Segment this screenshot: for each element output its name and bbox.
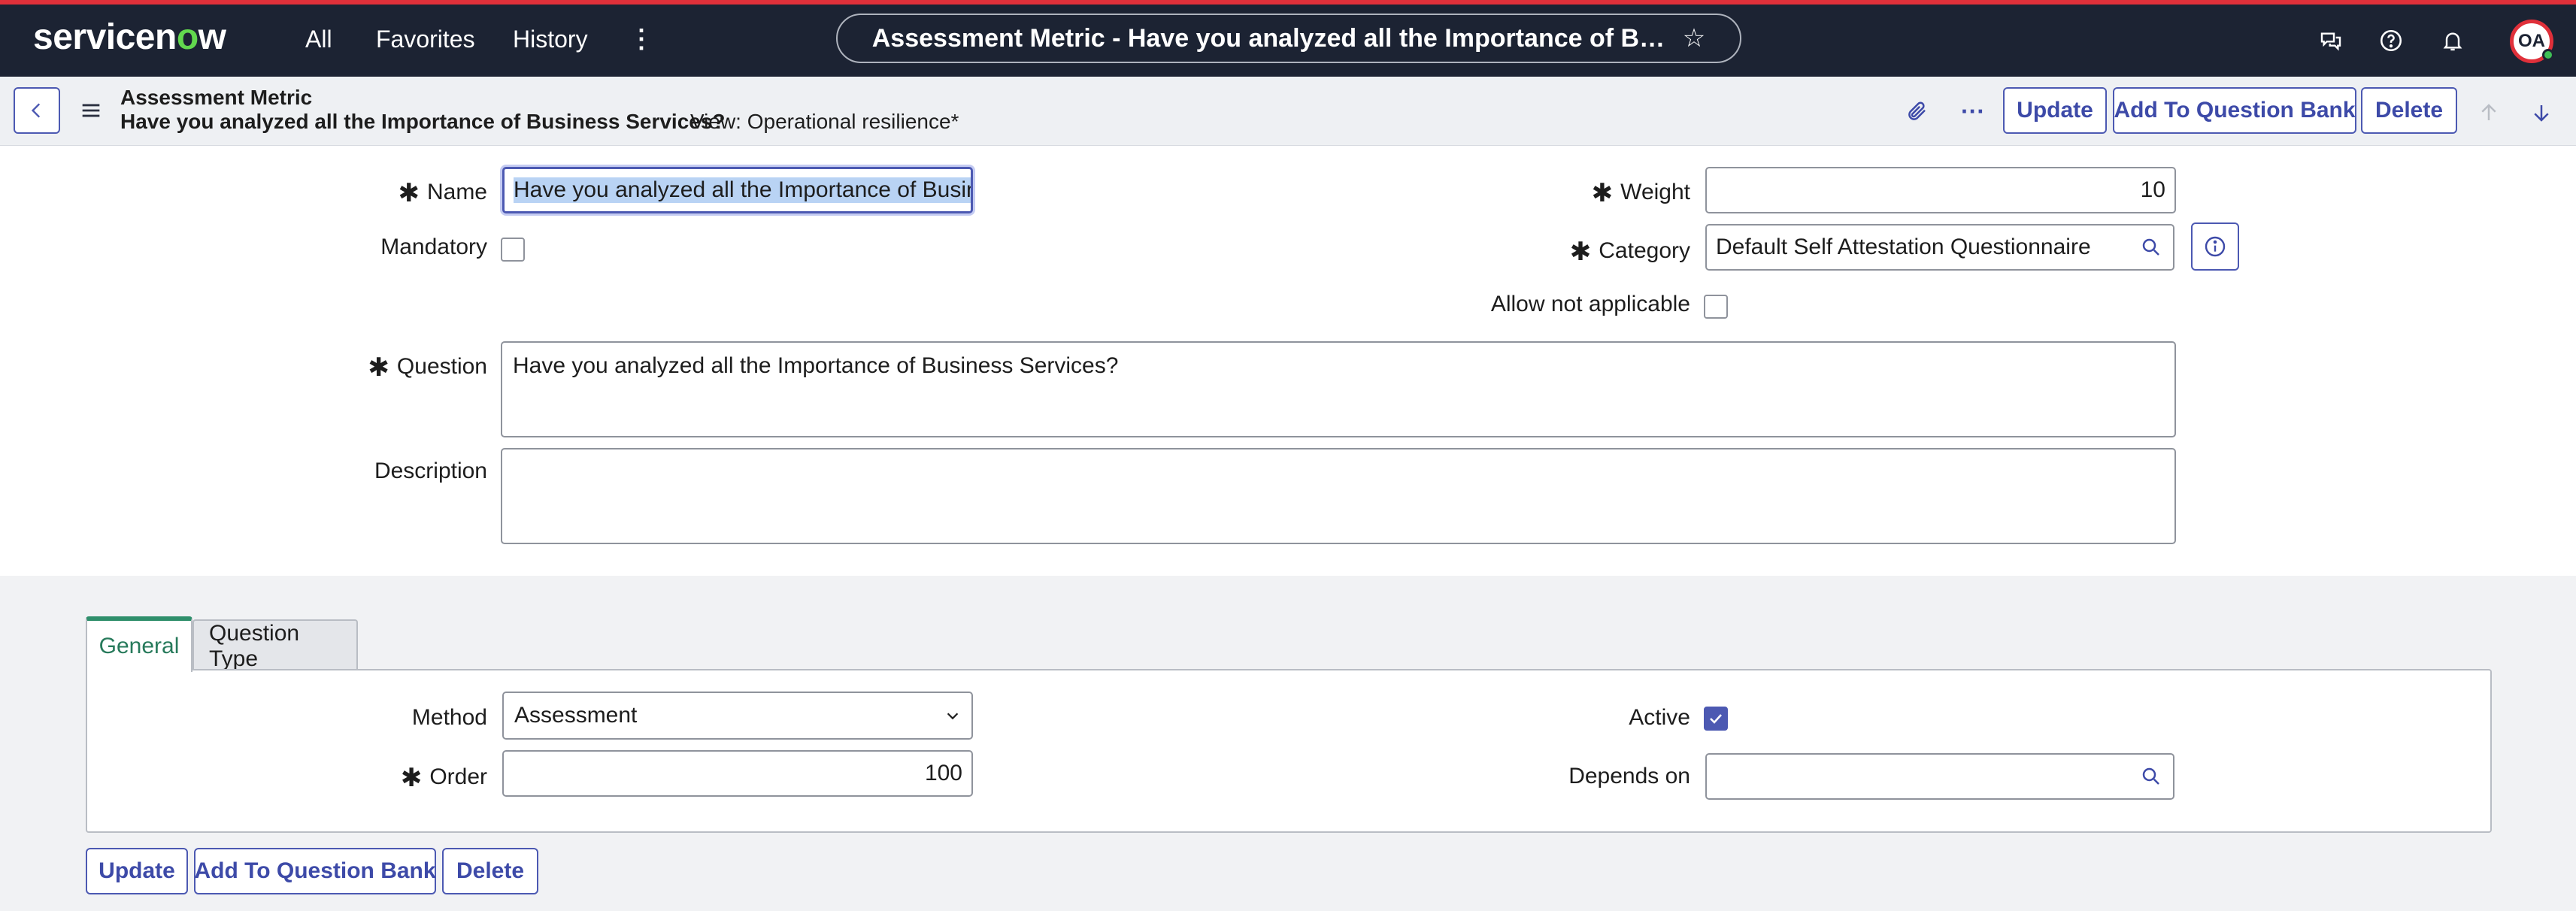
order-label: ✱ Order [400,764,487,792]
chat-icon[interactable] [2316,26,2346,56]
nav-history[interactable]: History [513,26,588,53]
depends-on-input[interactable] [1705,753,2131,800]
name-input[interactable]: Have you analyzed all the Importance of … [502,167,973,213]
more-options-icon[interactable]: ··· [1955,93,1991,129]
description-textarea[interactable] [501,448,2176,544]
help-icon[interactable] [2376,26,2406,56]
top-navigation-bar: servicenow All Favorites History ⋮ Asses… [0,0,2576,77]
form-record-name: Have you analyzed all the Importance of … [120,110,726,133]
servicenow-logo[interactable]: servicenow [33,17,226,58]
delete-button[interactable]: Delete [2361,87,2457,134]
tab-question-type[interactable]: Question Type [192,619,358,672]
weight-label: ✱ Weight [1591,179,1690,207]
footer-add-to-question-bank-button[interactable]: Add To Question Bank [194,848,436,894]
footer-delete-button[interactable]: Delete [442,848,538,894]
chevron-left-icon [31,103,41,118]
presence-status-dot [2542,49,2554,61]
info-icon [2205,236,2226,257]
question-label: ✱ Question [368,353,487,382]
general-tab-panel [86,669,2492,833]
update-button[interactable]: Update [2003,87,2107,134]
nav-favorites[interactable]: Favorites [376,26,475,53]
active-label: Active [1629,705,1690,730]
required-asterisk-icon: ✱ [400,764,423,792]
active-checkbox[interactable] [1704,707,1728,731]
required-asterisk-icon: ✱ [1569,238,1592,266]
context-title: Assessment Metric - Have you analyzed al… [871,23,1669,53]
category-label: ✱ Category [1569,238,1690,266]
description-label: Description [374,459,487,483]
notifications-bell-icon[interactable] [2438,26,2468,56]
name-label: ✱ Name [398,179,487,207]
allow-not-applicable-checkbox[interactable] [1704,295,1728,319]
add-to-question-bank-button[interactable]: Add To Question Bank [2113,87,2356,134]
paperclip-attachment-icon[interactable] [1899,93,1935,129]
footer-update-button[interactable]: Update [86,848,188,894]
depends-on-lookup-button[interactable] [2129,753,2174,800]
search-icon [2142,767,2159,785]
nav-more-menu[interactable]: ⋮ [629,24,654,54]
search-icon [2142,238,2159,256]
form-header: Assessment Metric Have you analyzed all … [0,77,2576,146]
category-info-button[interactable] [2191,222,2239,271]
required-asterisk-icon: ✱ [368,353,389,382]
form-table-name: Assessment Metric [120,86,313,109]
nav-all[interactable]: All [305,26,332,53]
form-menu-icon[interactable] [78,99,104,126]
form-view-name[interactable]: View: Operational resilience* [690,110,959,134]
mandatory-checkbox[interactable] [501,238,525,262]
chevron-down-icon [947,713,959,720]
context-title-pill[interactable]: Assessment Metric - Have you analyzed al… [836,14,1741,63]
tab-general[interactable]: General [86,616,192,672]
category-input[interactable]: Default Self Attestation Questionnaire [1705,224,2131,271]
category-lookup-button[interactable] [2129,224,2174,271]
method-label: Method [411,705,487,730]
required-asterisk-icon: ✱ [1591,179,1614,207]
mandatory-label: Mandatory [380,235,487,259]
question-textarea[interactable]: Have you analyzed all the Importance of … [501,341,2176,437]
order-input[interactable]: 100 [502,750,973,797]
previous-record-arrow-icon[interactable] [2472,96,2505,129]
next-record-arrow-icon[interactable] [2525,96,2558,129]
depends-on-label: Depends on [1568,764,1690,788]
weight-input[interactable]: 10 [1705,167,2176,213]
checkmark-icon [1710,714,1722,724]
required-asterisk-icon: ✱ [398,179,420,207]
allow-not-applicable-label: Allow not applicable [1490,292,1690,316]
user-avatar[interactable]: OA [2510,20,2554,63]
back-button[interactable] [14,87,60,134]
method-select[interactable]: Assessment [502,692,973,740]
star-icon[interactable]: ☆ [1683,23,1705,53]
